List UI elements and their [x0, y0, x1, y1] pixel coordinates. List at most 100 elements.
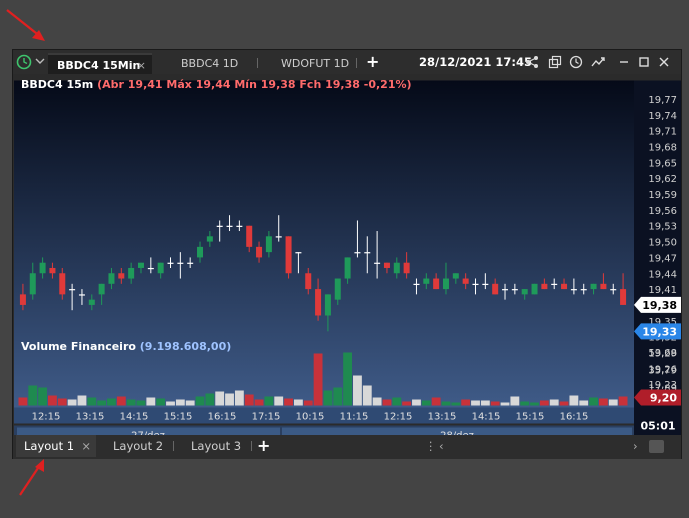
candle-body — [472, 283, 479, 286]
volume-bar — [225, 393, 234, 406]
chevron-down-icon[interactable] — [35, 56, 45, 66]
price-tick-label: 19,50 — [648, 238, 677, 249]
volume-bar — [97, 400, 107, 406]
volume-bar — [313, 353, 323, 406]
price-chart[interactable]: 19,77 19,74 19,71 19,68 19,65 19,62 19,59 19,56… — [14, 74, 681, 449]
volume-bar — [520, 401, 530, 406]
high-value: 19,44 — [195, 78, 231, 91]
candle-body — [137, 262, 144, 268]
last-price-label: 19,38 — [642, 299, 677, 312]
volume-bar — [530, 402, 539, 406]
volume-bar — [618, 396, 628, 406]
volume-bar — [166, 401, 175, 406]
share-icon[interactable] — [525, 55, 539, 69]
volume-bar — [205, 393, 215, 406]
volume-bar — [136, 400, 146, 406]
layout-scroll-thumb[interactable] — [649, 440, 664, 453]
candle-body — [315, 289, 322, 316]
tab-separator — [173, 441, 174, 451]
candle-body — [442, 278, 449, 290]
close-icon[interactable]: × — [137, 55, 146, 76]
candle-body — [482, 283, 489, 286]
low-label: Mín — [234, 78, 257, 91]
price-tick-label: 19,59 — [648, 190, 677, 201]
candle-body — [570, 289, 577, 291]
clock-icon[interactable] — [16, 54, 32, 70]
layout-label: Layout 1 — [24, 439, 75, 453]
more-options-icon[interactable]: ⋮ — [425, 435, 437, 457]
volume-bar — [569, 395, 579, 406]
volume-bar — [175, 399, 185, 406]
tab-wdofut-1d[interactable]: WDOFUT 1D — [281, 53, 349, 74]
candle-body — [256, 246, 263, 258]
volume-bar — [441, 401, 451, 406]
volume-bar — [608, 399, 618, 406]
volume-bar — [589, 397, 598, 406]
clock-settings-icon[interactable] — [569, 55, 583, 69]
time-tick-label: 15:15 — [164, 412, 193, 423]
volume-bar — [244, 394, 254, 406]
candle-body — [167, 262, 174, 264]
ask-price-label: 19,33 — [642, 325, 677, 338]
tab-layout-3[interactable]: Layout 3 — [191, 435, 241, 457]
time-tick-label: 14:15 — [472, 412, 501, 423]
tab-layout-2[interactable]: Layout 2 — [113, 435, 163, 457]
time-tick-label: 13:15 — [428, 412, 457, 423]
candle-body — [334, 278, 341, 300]
indicator-icon[interactable] — [591, 55, 605, 69]
tab-separator — [356, 58, 357, 68]
volume-bar — [323, 390, 333, 406]
candle-body — [561, 283, 568, 290]
minimize-icon[interactable] — [617, 55, 631, 69]
price-tick-label: 19,65 — [648, 158, 677, 169]
volume-value: (9.198.608,00) — [139, 340, 232, 353]
candle-body — [531, 283, 538, 295]
volume-bar — [451, 402, 461, 406]
candle-body — [590, 283, 597, 290]
candle-body — [226, 225, 233, 227]
volume-bar — [57, 398, 67, 406]
candle-body — [521, 289, 528, 295]
volume-bar — [412, 399, 421, 406]
low-value: 19,38 — [260, 78, 296, 91]
time-tick-label: 14:15 — [120, 412, 149, 423]
scroll-left-icon[interactable]: ‹ — [439, 435, 444, 457]
volume-bar — [382, 399, 392, 406]
add-tab-button[interactable]: + — [366, 52, 379, 71]
time-tick-label: 12:15 — [32, 412, 61, 423]
candle-body — [246, 225, 253, 247]
tab-layout-1[interactable]: Layout 1 × — [16, 435, 96, 457]
layout-label: Layout 2 — [113, 439, 164, 453]
volume-bar — [500, 402, 510, 406]
candle-body — [295, 252, 302, 254]
scroll-right-icon[interactable]: › — [633, 435, 638, 457]
detach-window-icon[interactable] — [548, 55, 562, 69]
volume-bar — [126, 399, 136, 406]
candle-body — [344, 257, 351, 279]
volume-tick-label: 35,79 — [648, 366, 677, 377]
tab-bbdc4-15min[interactable]: BBDC4 15Min × — [48, 53, 152, 74]
volume-bar — [343, 352, 353, 406]
add-layout-button[interactable]: + — [257, 435, 270, 457]
candle-body — [492, 283, 499, 295]
volume-bar — [303, 400, 313, 406]
close-icon[interactable]: × — [81, 435, 91, 457]
volume-bar — [48, 395, 57, 406]
price-tick-label: 19,62 — [648, 174, 677, 185]
candle-body — [541, 283, 548, 290]
tab-bbdc4-1d[interactable]: BBDC4 1D — [181, 53, 238, 74]
volume-bar — [87, 397, 97, 406]
price-tick-label: 19,77 — [648, 95, 677, 106]
candle-countdown: 05:01 — [640, 420, 675, 433]
current-datetime: 28/12/2021 17:45 — [419, 55, 533, 69]
time-tick-label: 13:15 — [76, 412, 105, 423]
volume-bar — [490, 401, 500, 406]
candle-body — [511, 289, 518, 291]
time-tick-label: 15:15 — [516, 412, 545, 423]
volume-bar — [284, 398, 293, 406]
maximize-icon[interactable] — [637, 55, 651, 69]
close-window-icon[interactable] — [657, 55, 671, 69]
volume-bar — [392, 397, 402, 406]
candle-body — [462, 278, 469, 284]
candle-body — [364, 252, 371, 254]
